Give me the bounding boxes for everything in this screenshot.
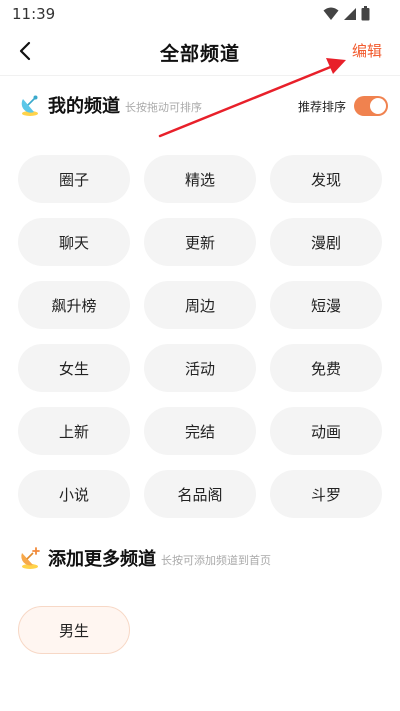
channel-chip[interactable]: 聊天	[18, 218, 130, 266]
channel-chip[interactable]: 更新	[144, 218, 256, 266]
channel-chip[interactable]: 漫剧	[270, 218, 382, 266]
my-channels-grid: 圈子 精选 发现 聊天 更新 漫剧 飙升榜 周边 短漫 女生 活动 免费 上新 …	[18, 155, 382, 518]
wifi-icon	[323, 7, 339, 20]
channel-chip[interactable]: 上新	[18, 407, 130, 455]
channel-chip[interactable]: 发现	[270, 155, 382, 203]
signal-icon	[344, 7, 356, 20]
more-channels-hint: 长按可添加频道到首页	[161, 553, 271, 567]
channel-chip[interactable]: 动画	[270, 407, 382, 455]
channel-chip[interactable]: 小说	[18, 470, 130, 518]
recommend-sort-toggle[interactable]	[354, 96, 388, 116]
status-icons	[323, 6, 370, 21]
channel-chip[interactable]: 活动	[144, 344, 256, 392]
my-channels-title: 我的频道	[48, 96, 120, 117]
channel-chip[interactable]: 短漫	[270, 281, 382, 329]
page-title: 全部频道	[159, 43, 240, 65]
nav-divider	[0, 75, 400, 76]
toggle-knob	[370, 98, 386, 114]
channel-chip[interactable]: 免费	[270, 344, 382, 392]
more-channels-title: 添加更多频道	[48, 549, 156, 570]
more-channels-header: 添加更多频道 长按可添加频道到首页	[18, 543, 271, 573]
channel-chip[interactable]: 精选	[144, 155, 256, 203]
satellite-dish-icon	[21, 95, 38, 116]
channel-chip[interactable]: 斗罗	[270, 470, 382, 518]
channel-chip[interactable]: 女生	[18, 344, 130, 392]
recommend-sort-label: 推荐排序	[297, 99, 346, 114]
channel-chip[interactable]: 名品阁	[144, 470, 256, 518]
add-channel-chip[interactable]: 男生	[18, 606, 130, 654]
edit-button[interactable]: 编辑	[352, 40, 382, 61]
channel-chip[interactable]: 圈子	[18, 155, 130, 203]
battery-icon	[361, 6, 370, 21]
my-channels-hint: 长按拖动可排序	[125, 100, 202, 114]
status-bar: 11:39	[0, 0, 400, 28]
my-channels-header: 我的频道 长按拖动可排序	[18, 90, 202, 120]
status-time: 11:39	[12, 5, 56, 23]
channel-chip[interactable]: 周边	[144, 281, 256, 329]
channel-chip[interactable]: 飙升榜	[18, 281, 130, 329]
recommend-sort-control: 推荐排序	[298, 96, 388, 116]
add-satellite-icon	[21, 547, 40, 569]
channel-chip[interactable]: 完结	[144, 407, 256, 455]
more-channels-grid: 男生	[18, 606, 130, 654]
nav-bar: 全部频道 编辑	[0, 28, 400, 74]
